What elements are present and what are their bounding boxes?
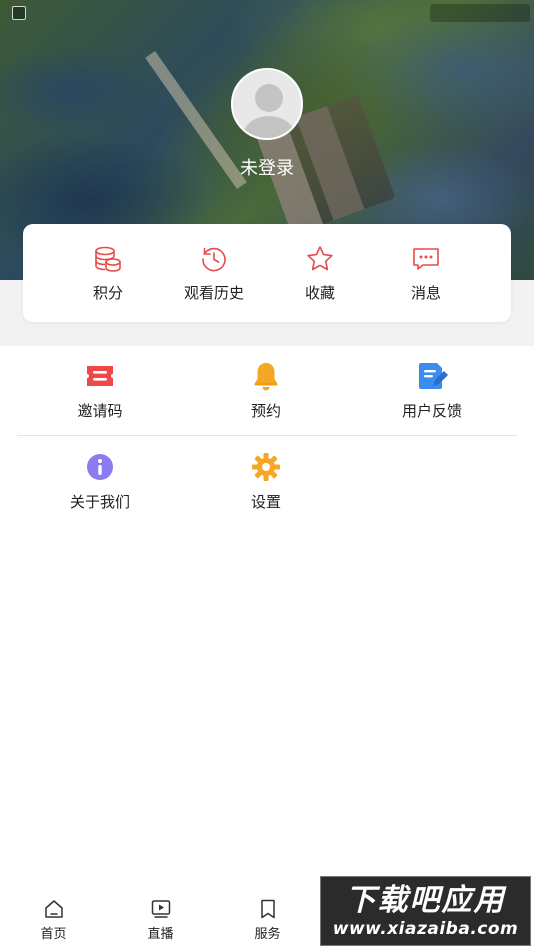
info-icon — [87, 453, 113, 480]
login-status-text[interactable]: 未登录 — [0, 154, 534, 180]
bell-icon — [254, 363, 278, 391]
settings-icon — [252, 452, 280, 481]
tab-home[interactable]: 首页 — [0, 890, 107, 950]
menu-item-label: 邀请码 — [77, 402, 123, 420]
tab-label: 直播 — [147, 927, 174, 942]
quick-action-points[interactable]: 积分 — [58, 244, 158, 303]
menu-item-about-us[interactable]: 关于我们 — [17, 436, 183, 526]
quick-action-messages[interactable]: 消息 — [376, 244, 476, 303]
menu-row: 邀请码 预约 用户反馈 — [17, 346, 517, 436]
status-bar-icon — [12, 6, 26, 20]
menu-row: 关于我们 设置 — [17, 436, 517, 526]
quick-action-history[interactable]: 观看历史 — [164, 244, 264, 303]
live-icon — [151, 900, 170, 918]
history-icon — [202, 247, 226, 271]
home-icon — [44, 900, 63, 918]
quick-action-label: 观看历史 — [183, 283, 244, 302]
menu-item-feedback[interactable]: 用户反馈 — [349, 346, 515, 435]
tab-label: 首页 — [40, 927, 67, 942]
menu-grid: 邀请码 预约 用户反馈 关于我们 设置 — [17, 346, 517, 526]
menu-item-label: 关于我们 — [69, 492, 130, 511]
bookmark-icon — [260, 899, 275, 919]
tab-services[interactable]: 服务 — [214, 890, 321, 950]
avatar[interactable] — [231, 68, 303, 140]
menu-item-label: 设置 — [250, 492, 281, 511]
watermark-url: www.xiazaiba.com — [332, 919, 519, 939]
watermark-title: 下载吧应用 — [345, 883, 506, 918]
menu-item-reservation[interactable]: 预约 — [183, 346, 349, 435]
quick-action-favorites[interactable]: 收藏 — [270, 244, 370, 303]
feedback-icon — [419, 363, 448, 389]
quick-action-label: 积分 — [92, 283, 123, 302]
menu-item-invite-code[interactable]: 邀请码 — [17, 346, 183, 435]
menu-item-label: 用户反馈 — [401, 402, 462, 420]
menu-item-label: 预约 — [250, 402, 281, 420]
tab-label: 服务 — [254, 927, 281, 942]
coins-icon — [95, 246, 121, 272]
avatar-body-shape — [243, 116, 295, 138]
message-icon — [413, 247, 439, 270]
quick-actions-card: 积分 观看历史 收藏 消息 — [23, 224, 511, 322]
quick-action-label: 消息 — [410, 283, 441, 302]
menu-item-settings[interactable]: 设置 — [183, 436, 349, 526]
ticket-icon — [87, 366, 113, 386]
status-bar-indicators — [430, 4, 530, 22]
avatar-head-shape — [255, 84, 283, 112]
watermark-logo: 下载吧应用 www.xiazaiba.com — [320, 876, 531, 946]
star-icon — [307, 245, 333, 270]
tab-live[interactable]: 直播 — [107, 890, 214, 950]
quick-action-label: 收藏 — [304, 283, 335, 302]
